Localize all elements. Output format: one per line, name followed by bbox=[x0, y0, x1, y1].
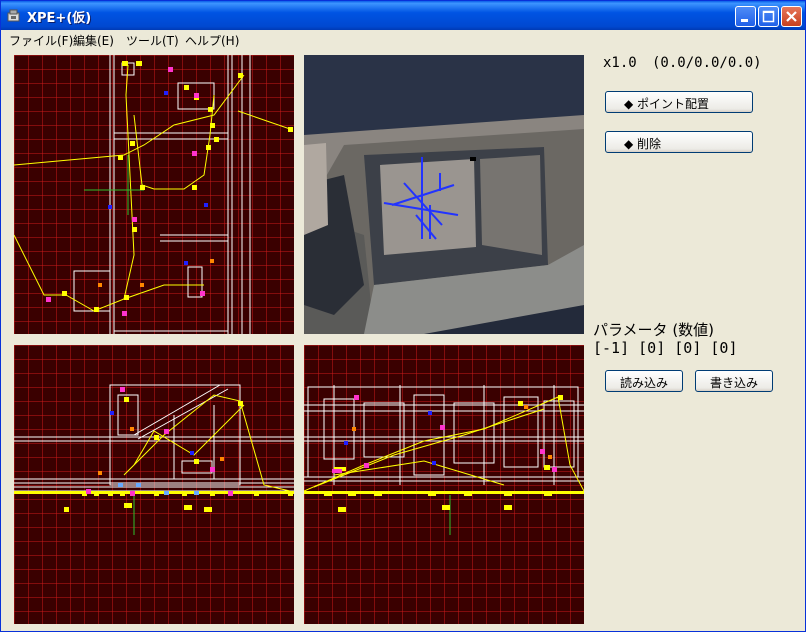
menu-tools[interactable]: ツール(T) bbox=[126, 32, 179, 49]
front-view-canvas bbox=[14, 345, 294, 624]
close-icon bbox=[786, 11, 797, 22]
menu-bar: ファイル(F) 編集(E) ツール(T) ヘルプ(H) bbox=[2, 30, 805, 49]
close-button[interactable] bbox=[781, 6, 802, 27]
maximize-icon bbox=[762, 10, 775, 23]
params-values: [-1] [0] [0] [0] bbox=[593, 339, 738, 357]
load-label: 読み込み bbox=[619, 376, 668, 390]
side-view-canvas bbox=[304, 345, 584, 624]
app-icon bbox=[7, 9, 20, 22]
zoom-readout: x1.0 bbox=[603, 55, 637, 71]
top-view-viewport[interactable] bbox=[14, 55, 294, 334]
window-title: XPE+(仮) bbox=[27, 11, 92, 26]
menu-file[interactable]: ファイル(F) bbox=[9, 32, 73, 49]
point-place-label: ◆ ポイント配置 bbox=[624, 97, 710, 111]
write-label: 書き込み bbox=[709, 376, 758, 390]
position-readout: (0.0/0.0/0.0) bbox=[652, 55, 762, 71]
delete-label: ◆ 削除 bbox=[624, 137, 662, 151]
front-view-viewport[interactable] bbox=[14, 345, 294, 624]
app-window: XPE+(仮) ファイル(F) 編集(E) ツール(T) ヘルプ(H) x1.0… bbox=[0, 0, 806, 632]
title-bar[interactable]: XPE+(仮) bbox=[1, 1, 805, 30]
perspective-canvas bbox=[304, 55, 584, 334]
side-view-viewport[interactable] bbox=[304, 345, 584, 624]
minimize-icon bbox=[741, 19, 748, 22]
menu-help[interactable]: ヘルプ(H) bbox=[185, 32, 239, 49]
point-place-button[interactable]: ◆ ポイント配置 bbox=[605, 91, 753, 113]
client-area: x1.0 (0.0/0.0/0.0) ◆ ポイント配置 ◆ 削除 パラメータ (… bbox=[2, 49, 805, 631]
delete-button[interactable]: ◆ 削除 bbox=[605, 131, 753, 153]
menu-edit[interactable]: 編集(E) bbox=[73, 32, 114, 49]
params-label: パラメータ (数値) bbox=[593, 321, 715, 339]
perspective-viewport[interactable] bbox=[304, 55, 584, 334]
maximize-button[interactable] bbox=[758, 6, 779, 27]
minimize-button[interactable] bbox=[735, 6, 756, 27]
write-button[interactable]: 書き込み bbox=[695, 370, 773, 392]
load-button[interactable]: 読み込み bbox=[605, 370, 683, 392]
top-view-canvas bbox=[14, 55, 294, 334]
